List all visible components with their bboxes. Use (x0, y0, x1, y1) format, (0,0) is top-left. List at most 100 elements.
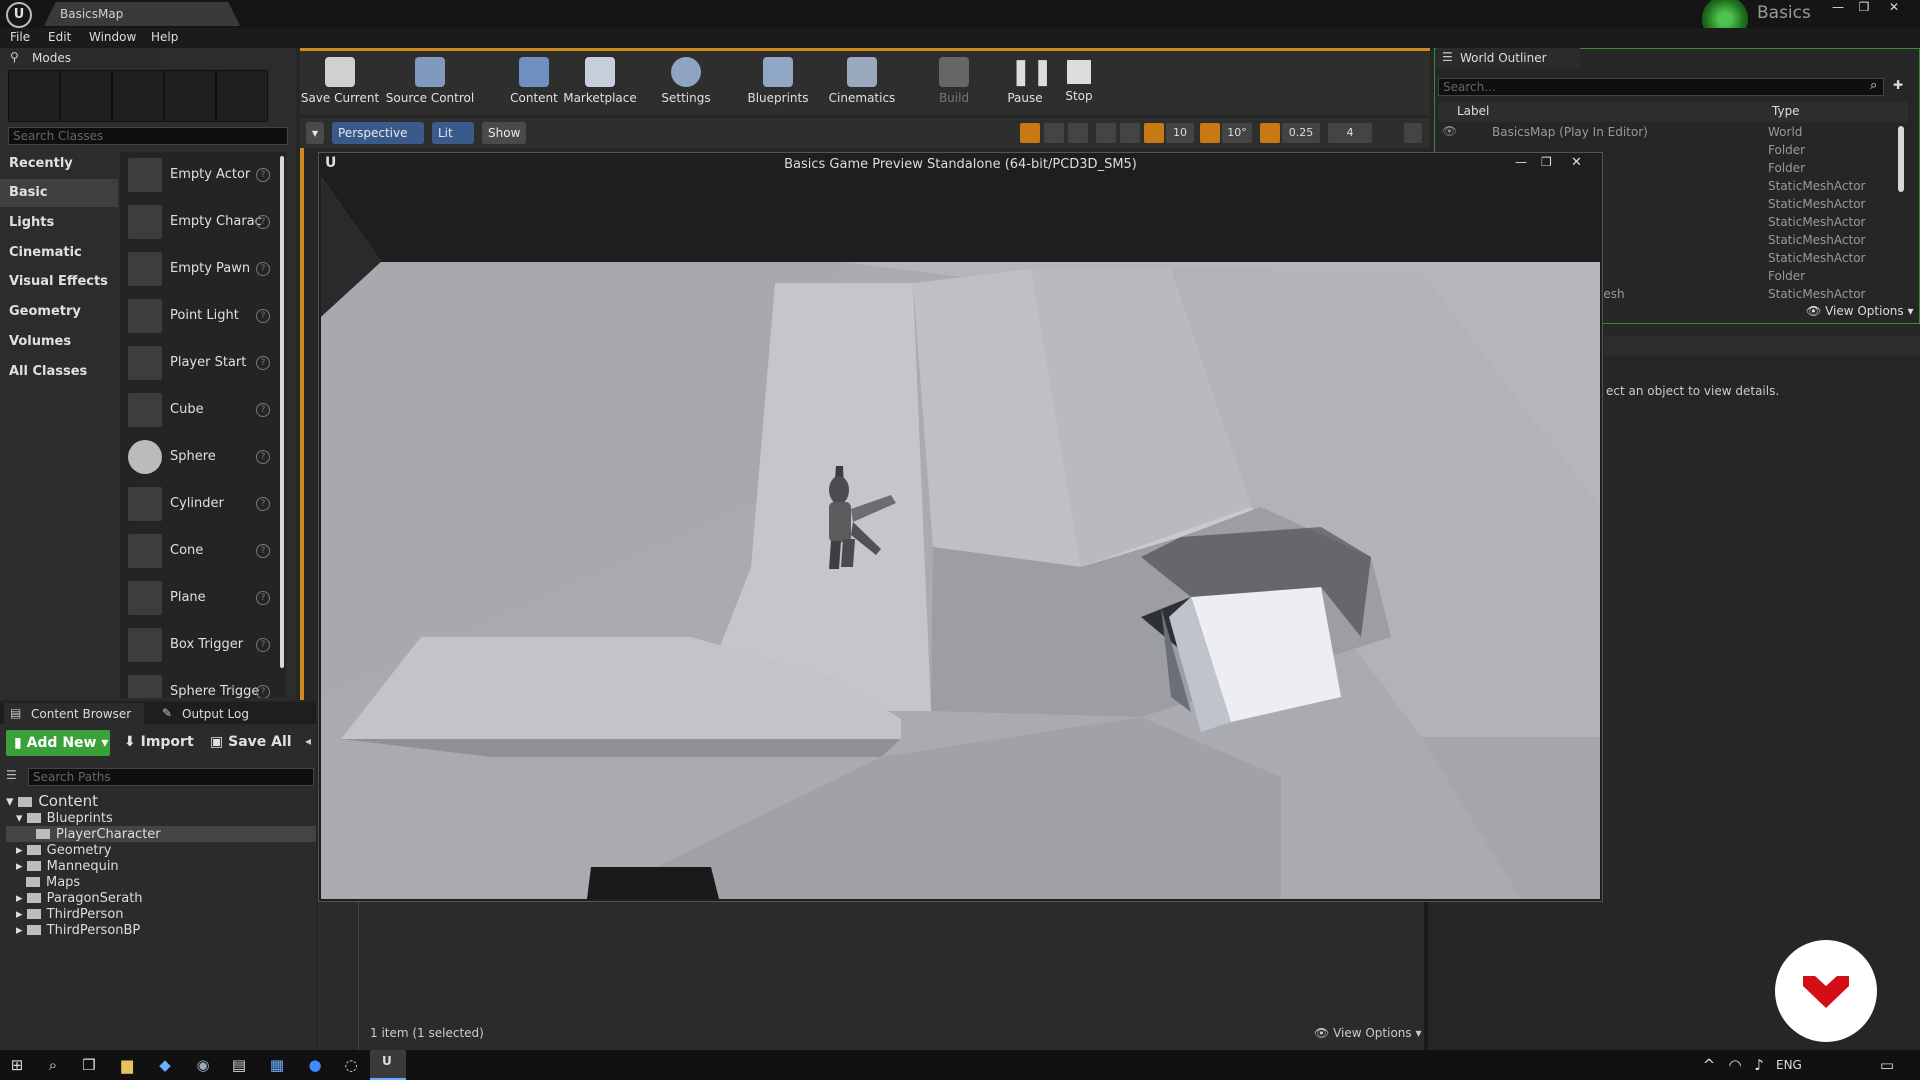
store-icon[interactable]: ▦ (268, 1056, 286, 1074)
outliner-view-options[interactable]: 👁 View Options ▾ (1806, 304, 1914, 318)
mode-landscape-icon[interactable] (112, 70, 164, 122)
close-button[interactable]: ✕ (1882, 0, 1906, 14)
rotation-snap-value[interactable]: 10° (1222, 123, 1252, 143)
show-button[interactable]: Show (482, 122, 526, 144)
place-item-cone[interactable]: Cone? (124, 530, 276, 572)
outliner-scrollbar[interactable] (1898, 126, 1904, 192)
place-item-point-light[interactable]: Point Light? (124, 295, 276, 337)
rotation-snap-icon[interactable] (1200, 123, 1220, 143)
place-item-empty-actor[interactable]: Empty Actor? (124, 154, 276, 196)
game-scene[interactable] (321, 177, 1600, 899)
place-item-empty-pawn[interactable]: Empty Pawn? (124, 248, 276, 290)
help-icon[interactable]: ? (256, 685, 270, 698)
category-lights[interactable]: Lights (0, 209, 118, 237)
tree-folder-playercharacter[interactable]: PlayerCharacter (36, 827, 161, 843)
mode-geometry-edit-icon[interactable] (216, 70, 268, 122)
help-icon[interactable]: ? (256, 262, 270, 276)
game-close-button[interactable]: ✕ (1571, 155, 1582, 170)
scale-snap-icon[interactable] (1260, 123, 1280, 143)
tray-chevron-up-icon[interactable]: ^ (1700, 1056, 1718, 1074)
category-visual-effects[interactable]: Visual Effects (0, 268, 118, 296)
sources-toggle-icon[interactable]: ☰ (6, 768, 17, 782)
surface-snap-icon[interactable] (1120, 123, 1140, 143)
steam-icon[interactable]: ◉ (194, 1056, 212, 1074)
viewport-options-dropdown[interactable]: ▾ (306, 122, 324, 144)
file-explorer-icon[interactable]: ▆ (118, 1056, 136, 1074)
help-icon[interactable]: ? (256, 168, 270, 182)
network-icon[interactable]: ◠ (1726, 1056, 1744, 1074)
help-icon[interactable]: ? (256, 356, 270, 370)
place-item-cube[interactable]: Cube? (124, 389, 276, 431)
game-maximize-button[interactable]: ❐ (1541, 155, 1552, 169)
notifications-icon[interactable]: ▭ (1878, 1056, 1896, 1074)
category-all-classes[interactable]: All Classes (0, 358, 118, 386)
cinematics-button[interactable]: Cinematics (822, 55, 902, 113)
world-outliner-tab[interactable]: ☰ World Outliner (1436, 48, 1580, 68)
search-paths-input[interactable]: Search Paths (28, 768, 314, 786)
category-cinematic[interactable]: Cinematic (0, 239, 118, 267)
language-indicator[interactable]: ENG (1776, 1058, 1802, 1072)
app-icon[interactable]: ● (306, 1056, 324, 1074)
menu-help[interactable]: Help (151, 30, 178, 44)
mode-foliage-icon[interactable] (164, 70, 216, 122)
scale-snap-value[interactable]: 0.25 (1282, 123, 1320, 143)
outliner-col-label[interactable]: Label (1457, 104, 1489, 118)
collapse-sources-icon[interactable]: ◂ (305, 734, 311, 748)
place-item-cylinder[interactable]: Cylinder? (124, 483, 276, 525)
scale-icon[interactable] (1068, 123, 1088, 143)
place-item-player-start[interactable]: Player Start? (124, 342, 276, 384)
mode-paint-icon[interactable] (60, 70, 112, 122)
help-icon[interactable]: ? (256, 403, 270, 417)
world-local-icon[interactable] (1096, 123, 1116, 143)
tree-folder-thirdperson[interactable]: ▸ ThirdPerson (16, 907, 124, 923)
tree-folder-mannequin[interactable]: ▸ Mannequin (16, 859, 119, 875)
outliner-row-partial[interactable]: lesh (1600, 287, 1625, 301)
outliner-row-world[interactable]: BasicsMap (Play In Editor) (1492, 125, 1648, 143)
place-item-sphere[interactable]: Sphere? (124, 436, 276, 478)
tree-root-content[interactable]: ▾ Content (6, 792, 98, 810)
blueprints-button[interactable]: Blueprints (738, 55, 818, 113)
add-filter-icon[interactable]: ✚ (1893, 78, 1903, 92)
game-preview-window[interactable]: Basics Game Preview Standalone (64-bit/P… (318, 152, 1603, 902)
place-item-box-trigger[interactable]: Box Trigger? (124, 624, 276, 666)
tree-folder-thirdpersonbp[interactable]: ▸ ThirdPersonBP (16, 923, 140, 939)
place-item-plane[interactable]: Plane? (124, 577, 276, 619)
help-icon[interactable]: ? (256, 497, 270, 511)
document-tab[interactable]: BasicsMap (44, 2, 240, 26)
help-icon[interactable]: ? (256, 215, 270, 229)
tree-folder-geometry[interactable]: ▸ Geometry (16, 843, 112, 859)
source-control-button[interactable]: Source Control (384, 55, 476, 113)
help-icon[interactable]: ? (256, 544, 270, 558)
settings-button[interactable]: Settings (646, 55, 726, 113)
epic-launcher-icon[interactable]: ◌ (342, 1056, 360, 1074)
output-log-tab[interactable]: ✎ Output Log (158, 703, 298, 724)
category-recently-placed[interactable]: Recently Placed (0, 150, 118, 199)
outliner-col-type[interactable]: Type (1772, 104, 1800, 118)
modes-tab[interactable]: ⚲ Modes (4, 48, 154, 68)
visibility-icon[interactable]: 👁 (1442, 124, 1457, 142)
help-icon[interactable]: ? (256, 638, 270, 652)
search-icon[interactable]: ⌕ (44, 1056, 62, 1074)
grid-snap-icon[interactable] (1144, 123, 1164, 143)
windows-start-icon[interactable]: ⊞ (8, 1056, 26, 1074)
content-browser-tab[interactable]: ▤ Content Browser (4, 703, 144, 724)
category-volumes[interactable]: Volumes (0, 328, 118, 356)
help-icon[interactable]: ? (256, 450, 270, 464)
menu-window[interactable]: Window (89, 30, 136, 44)
import-button[interactable]: ⬇ Import (124, 734, 194, 750)
volume-icon[interactable]: ♪ (1750, 1056, 1768, 1074)
stop-button[interactable]: Stop (1044, 55, 1114, 113)
help-icon[interactable]: ? (256, 591, 270, 605)
rotate-icon[interactable] (1044, 123, 1064, 143)
add-new-button[interactable]: ▮ Add New ▾ (6, 730, 110, 756)
help-icon[interactable]: ? (256, 309, 270, 323)
build-button[interactable]: Build (914, 55, 994, 113)
app-icon[interactable]: ◆ (156, 1056, 174, 1074)
perspective-button[interactable]: Perspective (332, 122, 424, 144)
marketplace-button[interactable]: Marketplace (560, 55, 640, 113)
content-view-options[interactable]: 👁 View Options ▾ (1314, 1026, 1422, 1040)
placeable-scrollbar[interactable] (280, 156, 284, 668)
task-view-icon[interactable]: ❒ (80, 1056, 98, 1074)
outliner-search-input[interactable]: Search... (1438, 78, 1884, 96)
menu-edit[interactable]: Edit (48, 30, 71, 44)
